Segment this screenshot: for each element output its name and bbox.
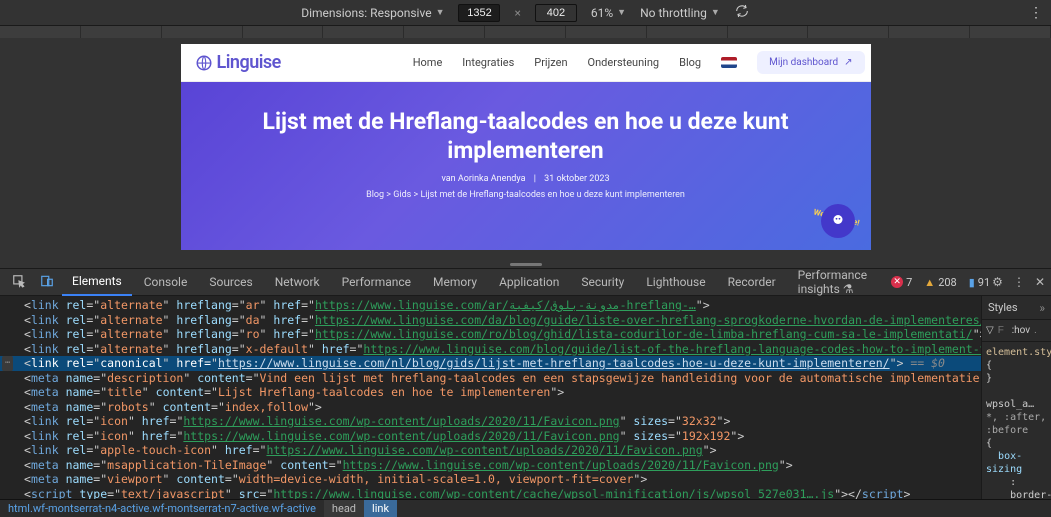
tab-lighthouse[interactable]: Lighthouse <box>636 269 715 295</box>
styles-rules: element.style {} wpsol_a… *, :after, :be… <box>982 342 1051 499</box>
tab-performance[interactable]: Performance <box>332 269 421 295</box>
site-navbar: Linguise Home Integraties Prijzen Onders… <box>181 44 871 82</box>
chat-bubble-icon[interactable] <box>821 204 855 238</box>
hero-breadcrumb: Blog > Gids > Lijst met de Hreflang-taal… <box>221 190 831 200</box>
tab-network[interactable]: Network <box>265 269 330 295</box>
flag-nl-icon[interactable] <box>721 57 737 68</box>
throttling-dropdown[interactable]: No throttling ▼ <box>640 6 720 20</box>
filter-icon[interactable]: ▽ <box>986 325 994 336</box>
tab-console[interactable]: Console <box>134 269 198 295</box>
chevron-down-icon: ▼ <box>617 7 626 18</box>
kebab-icon[interactable]: ⋮ <box>1029 5 1043 21</box>
error-badge[interactable]: ✕7 <box>891 276 912 289</box>
hero-meta: van Aorinka Anendya | 31 oktober 2023 <box>221 174 831 184</box>
elements-source-tree[interactable]: <link rel="alternate" hreflang="ar" href… <box>0 296 981 499</box>
dashboard-button[interactable]: Mijn dashboard ↗ <box>757 51 864 74</box>
tab-application[interactable]: Application <box>489 269 569 295</box>
tab-security[interactable]: Security <box>571 269 634 295</box>
chevron-down-icon: ▼ <box>436 7 445 18</box>
kebab-icon[interactable]: ⋮ <box>1013 275 1025 289</box>
panel-drag-bar[interactable] <box>0 260 1051 268</box>
inspect-icon[interactable] <box>6 270 32 295</box>
throttling-label: No throttling <box>640 6 707 20</box>
chevron-down-icon: ▼ <box>711 7 720 18</box>
chevron-right-icon[interactable]: » <box>1039 301 1045 315</box>
dimensions-dropdown[interactable]: Dimensions: Responsive ▼ <box>301 6 444 20</box>
info-badge[interactable]: ▮91 <box>969 276 990 289</box>
cls-toggle[interactable]: . <box>1034 325 1037 336</box>
device-toolbar: Dimensions: Responsive ▼ × 61% ▼ No thro… <box>0 0 1051 26</box>
warning-badge[interactable]: ▲208 <box>924 276 956 289</box>
rotate-icon[interactable] <box>734 3 750 22</box>
device-ruler <box>0 26 1051 38</box>
height-input[interactable] <box>535 4 577 22</box>
styles-pane: Styles » ▽ :hov . element.style {} wpsol… <box>981 296 1051 499</box>
brand-text: Linguise <box>217 52 281 73</box>
styles-filter-input[interactable] <box>998 325 1008 336</box>
device-frame[interactable]: Linguise Home Integraties Prijzen Onders… <box>181 44 871 250</box>
styles-tab[interactable]: Styles <box>988 301 1018 314</box>
devtools-body: <link rel="alternate" hreflang="ar" href… <box>0 296 1051 499</box>
dimensions-label: Dimensions: Responsive <box>301 6 431 20</box>
close-icon[interactable]: ✕ <box>1035 275 1045 289</box>
external-link-icon: ↗ <box>844 57 852 68</box>
tab-sources[interactable]: Sources <box>199 269 262 295</box>
dashboard-label: Mijn dashboard <box>769 57 838 68</box>
device-preview-area: Linguise Home Integraties Prijzen Onders… <box>0 38 1051 260</box>
crumb-html[interactable]: html.wf-montserrat-n4-active.wf-montserr… <box>0 500 324 517</box>
selected-source-line[interactable]: ⋯<link rel="canonical" href="https://www… <box>0 356 981 371</box>
grip-icon <box>510 263 542 266</box>
nav-prijzen[interactable]: Prijzen <box>534 56 567 69</box>
crumb-head[interactable]: head <box>324 500 364 517</box>
width-input[interactable] <box>458 4 500 22</box>
nav-ondersteuning[interactable]: Ondersteuning <box>588 56 660 69</box>
elements-breadcrumb[interactable]: html.wf-montserrat-n4-active.wf-montserr… <box>0 499 1051 517</box>
hero-section: Lijst met de Hreflang-taalcodes en hoe u… <box>181 82 871 250</box>
site-logo[interactable]: Linguise <box>195 52 281 73</box>
device-toggle-icon[interactable] <box>34 270 60 295</box>
zoom-dropdown[interactable]: 61% ▼ <box>591 6 626 20</box>
beaker-icon: ⚗ <box>843 282 854 296</box>
tab-elements[interactable]: Elements <box>62 268 132 296</box>
zoom-label: 61% <box>591 6 613 20</box>
gear-icon[interactable]: ⚙ <box>992 275 1003 289</box>
devtools-tabs: Elements Console Sources Network Perform… <box>0 268 1051 296</box>
hov-toggle[interactable]: :hov <box>1012 325 1030 336</box>
nav-integraties[interactable]: Integraties <box>462 56 514 69</box>
dimension-x: × <box>514 6 520 20</box>
crumb-link[interactable]: link <box>364 500 397 517</box>
tab-memory[interactable]: Memory <box>423 269 487 295</box>
nav-blog[interactable]: Blog <box>679 56 701 69</box>
tab-recorder[interactable]: Recorder <box>718 269 786 295</box>
nav-home[interactable]: Home <box>413 56 443 69</box>
hero-title: Lijst met de Hreflang-taalcodes en hoe u… <box>221 108 831 166</box>
